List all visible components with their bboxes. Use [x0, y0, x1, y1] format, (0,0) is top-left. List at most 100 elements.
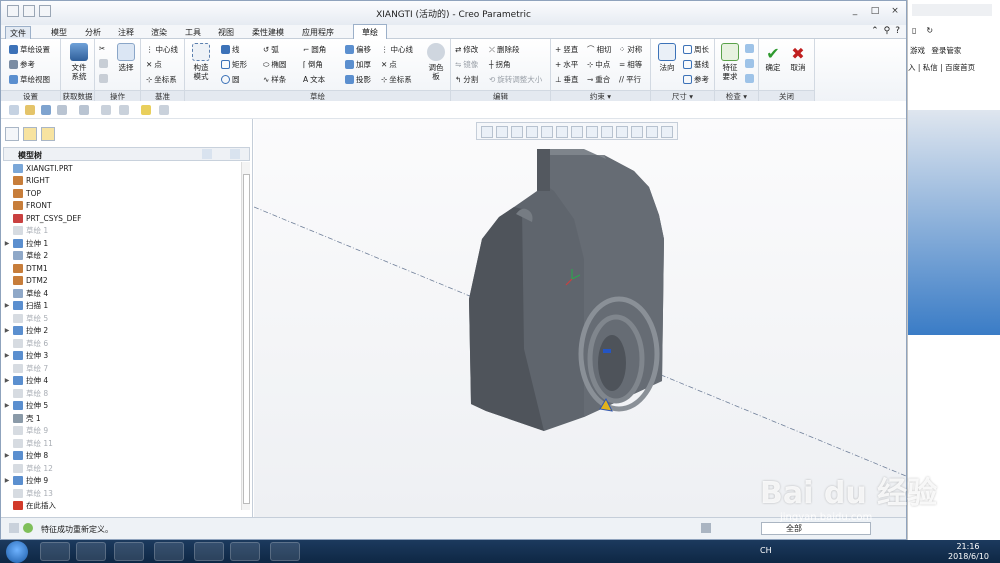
- mirror-button[interactable]: ⇋ 镜像: [455, 59, 478, 70]
- login-link[interactable]: 登录管家: [931, 46, 961, 55]
- paste-icon[interactable]: [99, 74, 108, 83]
- tree-item[interactable]: DTM1: [3, 262, 239, 275]
- tree-item[interactable]: TOP: [3, 187, 239, 200]
- select-button[interactable]: 选择: [113, 43, 139, 72]
- tree-item[interactable]: ▶ 拉伸 3: [3, 350, 239, 363]
- vertical-constraint[interactable]: + 竖直: [555, 44, 578, 55]
- scrollbar-thumb[interactable]: [243, 174, 250, 504]
- folder-icon[interactable]: [141, 105, 151, 115]
- tangent-constraint[interactable]: ⌒ 相切: [587, 44, 612, 55]
- tab-tools[interactable]: 工具: [185, 27, 201, 38]
- inspect-tool-2-icon[interactable]: [745, 59, 754, 68]
- tab-sketch[interactable]: 草绘: [353, 24, 387, 40]
- construction-mode-button[interactable]: 构造 模式: [187, 43, 215, 81]
- perimeter-button[interactable]: 周长: [683, 44, 709, 55]
- expand-arrow-icon[interactable]: ▶: [3, 452, 11, 459]
- inspect-tool-3-icon[interactable]: [745, 74, 754, 83]
- tree-item[interactable]: ▶ 拉伸 2: [3, 325, 239, 338]
- baseline-button[interactable]: 基线: [683, 59, 709, 70]
- browser-controls[interactable]: [912, 4, 992, 16]
- search-icon[interactable]: ⚲: [884, 26, 891, 36]
- equal-constraint[interactable]: = 相等: [619, 59, 642, 70]
- open-file-icon[interactable]: [25, 105, 35, 115]
- line-tool[interactable]: 线: [221, 44, 240, 55]
- maximize-button[interactable]: □: [868, 5, 882, 17]
- tree-item[interactable]: XIANGTI.PRT: [3, 162, 239, 175]
- minimize-button[interactable]: _: [848, 5, 862, 17]
- expand-arrow-icon[interactable]: ▶: [3, 377, 11, 384]
- tree-item[interactable]: 草绘 5: [3, 312, 239, 325]
- redo-icon[interactable]: [79, 105, 89, 115]
- taskbar-chrome-icon[interactable]: [40, 542, 70, 561]
- close-button[interactable]: ×: [888, 5, 902, 17]
- folder-browser-tab-icon[interactable]: [23, 127, 37, 141]
- regenerate-icon[interactable]: [101, 105, 111, 115]
- symmetric-constraint[interactable]: ⁘ 对称: [619, 44, 642, 55]
- tree-item[interactable]: 在此插入: [3, 500, 239, 510]
- ok-button[interactable]: ✔ 确定: [762, 45, 784, 73]
- tree-item[interactable]: FRONT: [3, 200, 239, 213]
- browser-ad-image[interactable]: [908, 110, 1000, 335]
- normal-dimension-button[interactable]: 法向: [653, 43, 681, 72]
- feature-requirements-button[interactable]: 特征 要求: [717, 43, 743, 81]
- corner-button[interactable]: ┼ 拐角: [489, 59, 511, 70]
- coincident-constraint[interactable]: ⊸ 重合: [587, 74, 610, 85]
- save-file-icon[interactable]: [41, 105, 51, 115]
- tree-item[interactable]: 草绘 9: [3, 425, 239, 438]
- tree-item[interactable]: ▶ 拉伸 5: [3, 400, 239, 413]
- help-icon[interactable]: ?: [895, 26, 900, 36]
- graphics-area[interactable]: [254, 119, 906, 517]
- tree-filter-icon[interactable]: [230, 149, 240, 159]
- undo-icon[interactable]: [57, 105, 67, 115]
- favorites-tab-icon[interactable]: [41, 127, 55, 141]
- sketch-centerline-tool[interactable]: ⋮ 中心线: [381, 44, 413, 55]
- status-globe-icon[interactable]: [23, 523, 33, 533]
- group-label-inspect[interactable]: 检查 ▾: [715, 90, 758, 101]
- tab-annotate[interactable]: 注释: [118, 27, 134, 38]
- selection-filter[interactable]: 全部: [761, 522, 871, 535]
- windows-icon[interactable]: [119, 105, 129, 115]
- cut-icon[interactable]: ✂: [99, 44, 105, 53]
- offset-tool[interactable]: 偏移: [345, 44, 371, 55]
- expand-arrow-icon[interactable]: ▶: [3, 240, 11, 247]
- tree-settings-icon[interactable]: [202, 149, 212, 159]
- fillet-tool[interactable]: ⌐ 圆角: [303, 44, 326, 55]
- text-tool[interactable]: A 文本: [303, 74, 325, 85]
- input-method[interactable]: CH: [760, 546, 772, 555]
- rectangle-tool[interactable]: 矩形: [221, 59, 247, 70]
- expand-arrow-icon[interactable]: ▶: [3, 477, 11, 484]
- modify-button[interactable]: ⇄ 修改: [455, 44, 478, 55]
- parallel-constraint[interactable]: //平行: [619, 74, 641, 85]
- sketch-csys-tool[interactable]: ⊹ 坐标系: [381, 74, 412, 85]
- perpendicular-constraint[interactable]: ⊥ 垂直: [555, 74, 579, 85]
- refresh-icon[interactable]: ↻: [926, 26, 933, 35]
- tree-scrollbar[interactable]: [241, 162, 250, 510]
- tree-item[interactable]: DTM2: [3, 275, 239, 288]
- expand-arrow-icon[interactable]: ▶: [3, 327, 11, 334]
- bookmark-icon[interactable]: ▯: [912, 26, 916, 35]
- tab-view[interactable]: 视图: [218, 27, 234, 38]
- ellipse-tool[interactable]: ⬭ 椭圆: [263, 59, 286, 70]
- rotate-resize-button[interactable]: ⟲ 旋转调整大小: [489, 74, 542, 85]
- group-label-constrain[interactable]: 约束 ▾: [551, 90, 650, 101]
- tab-applications[interactable]: 应用程序: [302, 27, 334, 38]
- model-tree-tab-icon[interactable]: [5, 127, 19, 141]
- start-button[interactable]: [6, 541, 28, 563]
- taskbar-explorer-icon[interactable]: [76, 542, 106, 561]
- tree-item[interactable]: ▶ 扫描 1: [3, 300, 239, 313]
- taskbar-media-icon[interactable]: [114, 542, 144, 561]
- inspect-tool-1-icon[interactable]: [745, 44, 754, 53]
- midpoint-constraint[interactable]: ⊹ 中点: [587, 59, 610, 70]
- selection-icon[interactable]: [701, 523, 711, 533]
- taskbar-360-icon[interactable]: [194, 542, 224, 561]
- tree-item[interactable]: ▶ 拉伸 1: [3, 237, 239, 250]
- collapse-icon[interactable]: ⌃: [871, 26, 879, 36]
- delete-segment-button[interactable]: ⤫ 删除段: [489, 44, 520, 55]
- tree-item[interactable]: ▶ 拉伸 8: [3, 450, 239, 463]
- system-clock[interactable]: 21:16 2018/6/10: [948, 542, 989, 562]
- tree-item[interactable]: 草绘 2: [3, 250, 239, 263]
- tab-model[interactable]: 模型: [51, 27, 67, 38]
- expand-arrow-icon[interactable]: ▶: [3, 352, 11, 359]
- tab-render[interactable]: 渲染: [151, 27, 167, 38]
- group-label-dimension[interactable]: 尺寸 ▾: [651, 90, 714, 101]
